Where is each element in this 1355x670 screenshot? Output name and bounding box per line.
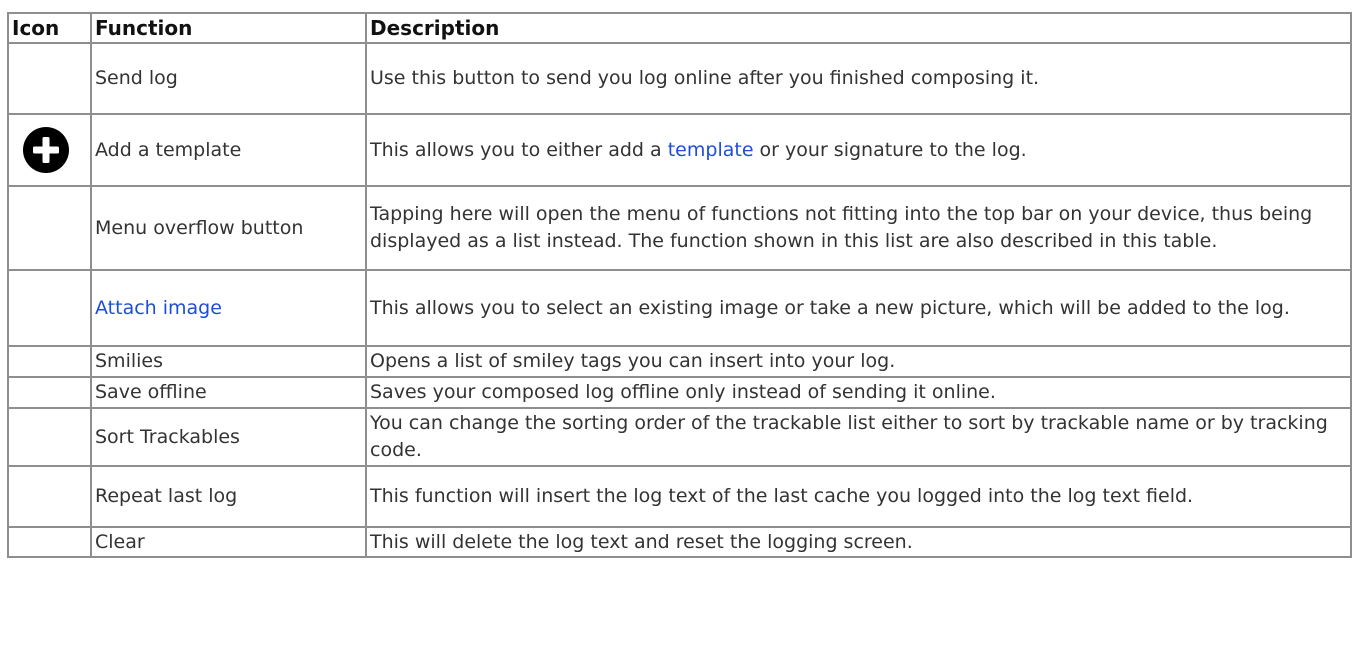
header-function: Function: [90, 12, 367, 44]
table-row-save-offline: Save offline Saves your composed log off…: [7, 376, 1352, 409]
function-cell: Send log: [90, 42, 367, 115]
function-cell: Save offline: [90, 376, 367, 409]
description-cell: This function will insert the log text o…: [365, 465, 1352, 528]
description-text: This allows you to either add a: [370, 138, 668, 161]
icon-cell: [7, 407, 92, 467]
plus-circle-icon[interactable]: [22, 126, 70, 174]
icon-cell: [7, 269, 92, 347]
icon-cell: [7, 185, 92, 271]
table-row-send-log: Send log Use this button to send you log…: [7, 42, 1352, 115]
description-text: or your signature to the log.: [753, 138, 1027, 161]
function-cell: Smilies: [90, 345, 367, 378]
attach-image-link[interactable]: Attach image: [95, 297, 222, 319]
function-cell: Attach image: [90, 269, 367, 347]
icon-cell: [7, 376, 92, 409]
description-cell: This allows you to either add a template…: [365, 113, 1352, 187]
icon-cell: [7, 42, 92, 115]
table-row-clear: Clear This will delete the log text and …: [7, 526, 1352, 558]
table-row-repeat-last-log: Repeat last log This function will inser…: [7, 465, 1352, 528]
icon-cell: [7, 345, 92, 378]
description-cell: You can change the sorting order of the …: [365, 407, 1352, 467]
template-link[interactable]: template: [668, 139, 754, 161]
description-cell: This will delete the log text and reset …: [365, 526, 1352, 558]
header-description: Description: [365, 12, 1352, 44]
function-cell: Sort Trackables: [90, 407, 367, 467]
table-row-sort-trackables: Sort Trackables You can change the sorti…: [7, 407, 1352, 467]
icon-cell: [7, 465, 92, 528]
function-cell: Repeat last log: [90, 465, 367, 528]
function-cell: Clear: [90, 526, 367, 558]
table-row-add-template: Add a template This allows you to either…: [7, 113, 1352, 187]
header-icon: Icon: [7, 12, 92, 44]
description-cell: Tapping here will open the menu of funct…: [365, 185, 1352, 271]
table-row-attach-image: Attach image This allows you to select a…: [7, 269, 1352, 347]
icon-cell: [7, 526, 92, 558]
description-cell: Opens a list of smiley tags you can inse…: [365, 345, 1352, 378]
function-cell: Add a template: [90, 113, 367, 187]
function-cell: Menu overflow button: [90, 185, 367, 271]
table-row-smilies: Smilies Opens a list of smiley tags you …: [7, 345, 1352, 378]
description-cell: This allows you to select an existing im…: [365, 269, 1352, 347]
functions-table: Icon Function Description Send log Use t…: [7, 12, 1352, 558]
table-row-menu-overflow: Menu overflow button Tapping here will o…: [7, 185, 1352, 271]
description-cell: Use this button to send you log online a…: [365, 42, 1352, 115]
icon-cell: [7, 113, 92, 187]
description-cell: Saves your composed log offline only ins…: [365, 376, 1352, 409]
table-header-row: Icon Function Description: [7, 12, 1352, 44]
